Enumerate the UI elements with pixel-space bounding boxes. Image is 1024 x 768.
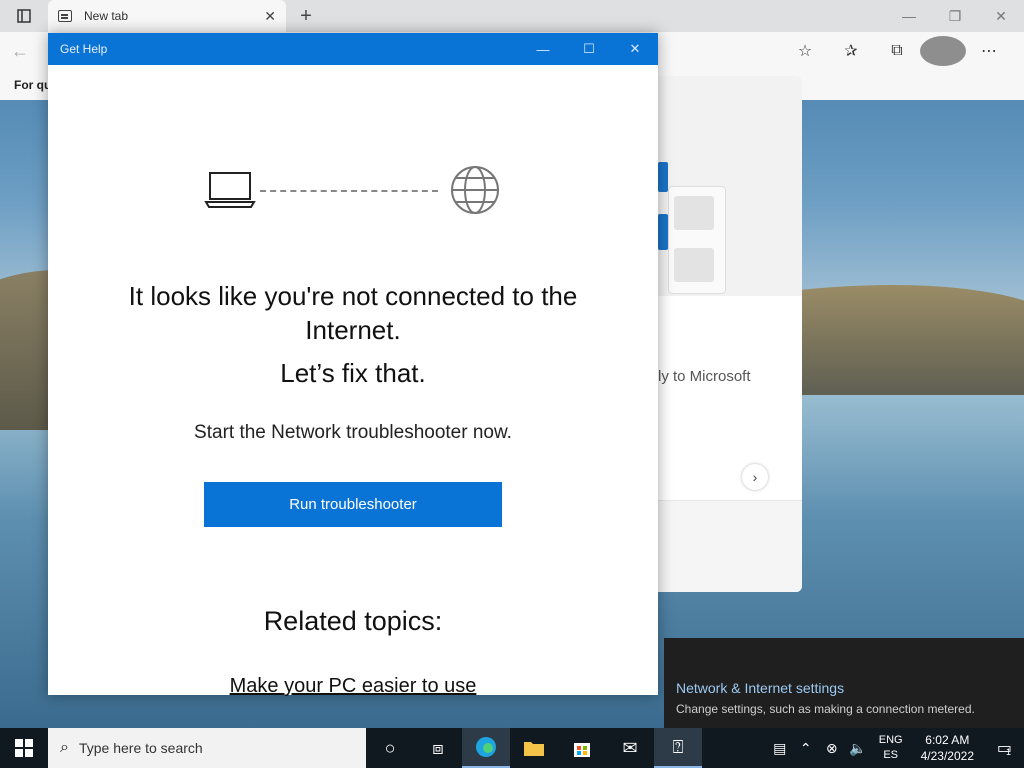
network-icon[interactable]: ⊗ xyxy=(819,740,845,757)
tab-close-icon[interactable]: ✕ xyxy=(264,8,276,25)
collections-icon[interactable]: ⧉ xyxy=(874,36,920,66)
volume-icon[interactable]: 🔈 xyxy=(845,740,871,757)
clock-time: 6:02 AM xyxy=(925,733,970,747)
get-help-taskbar-button[interactable]: ⍰ xyxy=(654,728,702,768)
window-title: Get Help xyxy=(60,42,108,56)
favorites-icon[interactable]: ✰ xyxy=(828,36,874,66)
mail-button[interactable]: ✉ xyxy=(606,728,654,768)
minimize-button[interactable]: — xyxy=(886,0,932,32)
new-tab-page-icon xyxy=(58,10,72,22)
more-menu-icon[interactable]: ⋯ xyxy=(966,36,1012,66)
minimize-button[interactable]: — xyxy=(520,33,566,65)
taskbar-search-box[interactable]: ⌕ Type here to search xyxy=(48,728,366,768)
maximize-button[interactable]: ☐ xyxy=(566,33,612,65)
notification-center-button[interactable]: ▭ 1 xyxy=(984,738,1024,758)
new-tab-button[interactable]: + xyxy=(290,0,322,32)
globe-icon xyxy=(451,166,499,214)
language-bottom: ES xyxy=(883,749,899,761)
clock-date: 4/23/2022 xyxy=(920,749,974,763)
network-settings-link[interactable]: Network & Internet settings xyxy=(676,680,844,696)
add-favorite-icon[interactable]: ☆ xyxy=(782,36,828,66)
ntp-card-text: ly to Microsoft xyxy=(658,368,751,385)
taskbar: ⌕ Type here to search ○ ⧈ ✉ ⍰ ▤ ⌃ ⊗ 🔈 EN… xyxy=(0,728,1024,768)
close-button[interactable]: ✕ xyxy=(978,0,1024,32)
search-placeholder: Type here to search xyxy=(78,740,203,756)
tab-actions-icon xyxy=(17,9,31,23)
tab-strip: New tab ✕ + — ❐ ✕ xyxy=(0,0,1024,32)
store-button[interactable] xyxy=(558,728,606,768)
favorites-bar-text[interactable]: For qu xyxy=(14,78,51,92)
task-view-button[interactable]: ⧈ xyxy=(414,728,462,768)
start-button[interactable] xyxy=(0,728,48,768)
search-icon: ⌕ xyxy=(60,739,69,756)
news-widget-icon[interactable]: ▤ xyxy=(767,740,793,757)
toolbar-right-icons: ☆ ✰ ⧉ ⋯ xyxy=(782,36,1024,66)
store-icon xyxy=(574,743,590,757)
chevron-up-icon[interactable]: ⌃ xyxy=(793,740,819,757)
network-flyout: Network & Internet settings Change setti… xyxy=(664,638,1024,728)
browser-window-controls: — ❐ ✕ xyxy=(886,0,1024,32)
related-topics-heading: Related topics: xyxy=(263,606,443,636)
file-explorer-button[interactable] xyxy=(510,728,558,768)
ntp-illustration-bar-1 xyxy=(658,162,668,192)
avatar xyxy=(920,36,966,66)
folder-icon xyxy=(524,742,544,756)
ntp-video-thumb-2 xyxy=(674,248,714,282)
laptop-icon xyxy=(204,172,256,208)
tab-actions-button[interactable] xyxy=(0,0,48,32)
run-troubleshooter-button[interactable]: Run troubleshooter xyxy=(204,482,502,527)
ntp-video-thumb-1 xyxy=(674,196,714,230)
tab-title: New tab xyxy=(84,9,129,23)
tab-new-tab[interactable]: New tab ✕ xyxy=(48,0,286,32)
cortana-button[interactable]: ○ xyxy=(366,728,414,768)
get-help-window: Get Help — ☐ ✕ It looks like you're not … xyxy=(48,33,658,698)
language-indicator[interactable]: ENG ES xyxy=(871,733,911,763)
not-connected-heading: It looks like you're not connected to th… xyxy=(128,281,578,345)
restore-button[interactable]: ❐ xyxy=(932,0,978,32)
get-help-body: It looks like you're not connected to th… xyxy=(48,65,658,698)
profile-button[interactable] xyxy=(920,36,966,66)
close-button[interactable]: ✕ xyxy=(612,33,658,65)
back-arrow-icon[interactable]: ← xyxy=(0,41,40,62)
language-top: ENG xyxy=(878,734,903,746)
edge-taskbar-button[interactable] xyxy=(462,728,510,768)
network-settings-description: Change settings, such as making a connec… xyxy=(676,702,975,716)
taskbar-clock[interactable]: 6:02 AM 4/23/2022 xyxy=(911,732,984,764)
chevron-right-icon[interactable]: › xyxy=(742,464,768,490)
troubleshooter-description: Start the Network troubleshooter now. xyxy=(194,422,512,443)
edge-icon xyxy=(476,737,496,757)
get-help-titlebar: Get Help — ☐ ✕ xyxy=(48,33,658,65)
connection-dashed-line xyxy=(260,190,438,192)
windows-logo-icon xyxy=(15,739,33,757)
lets-fix-subheading: Let’s fix that. xyxy=(280,358,426,388)
related-topic-link[interactable]: Make your PC easier to use xyxy=(88,675,618,698)
notification-count: 1 xyxy=(1006,747,1012,757)
system-tray: ▤ ⌃ ⊗ 🔈 ENG ES 6:02 AM 4/23/2022 ▭ 1 xyxy=(767,728,1024,768)
ntp-illustration-bar-2 xyxy=(658,214,668,250)
